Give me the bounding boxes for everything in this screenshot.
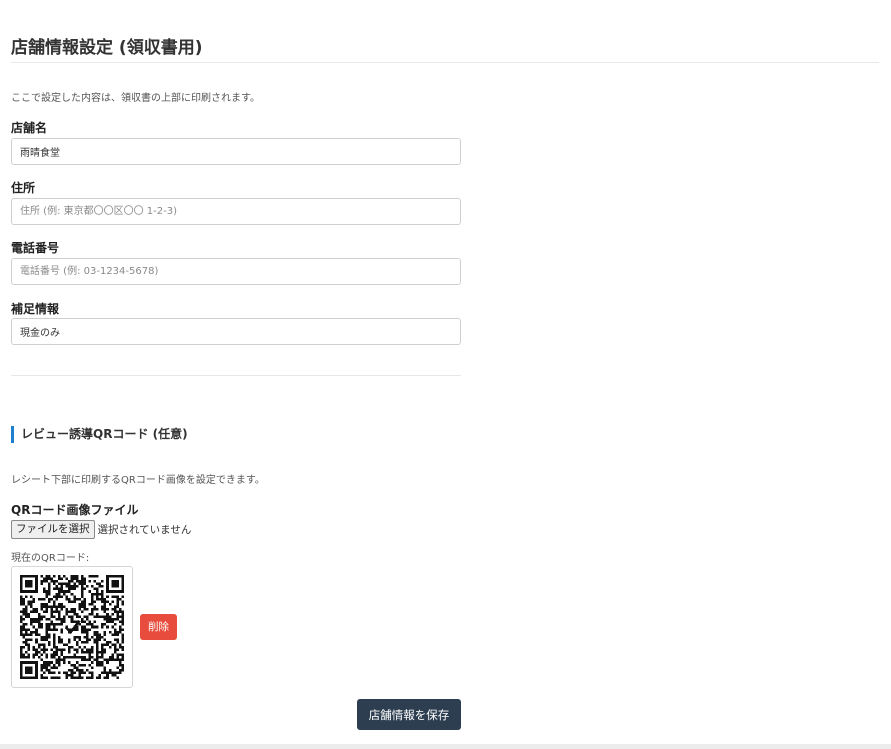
qr-preview-frame — [11, 566, 133, 688]
notes-input[interactable] — [11, 318, 461, 345]
file-status: 選択されていません — [97, 524, 192, 536]
page-title: 店舗情報設定 (領収書用) — [11, 38, 203, 58]
address-input[interactable] — [11, 198, 461, 225]
page-footer-strip — [0, 744, 891, 749]
title-divider — [11, 62, 879, 63]
address-label: 住所 — [11, 181, 36, 195]
phone-label: 電話番号 — [11, 241, 60, 255]
phone-input[interactable] — [11, 258, 461, 285]
qr-code-image — [20, 575, 124, 679]
qr-file-label: QRコード画像ファイル — [11, 503, 139, 517]
current-qr-label: 現在のQRコード: — [11, 553, 90, 564]
store-name-label: 店舗名 — [11, 121, 48, 135]
file-picker: ファイルを選択 選択されていません — [11, 520, 191, 539]
store-name-input[interactable] — [11, 138, 461, 165]
save-store-info-button[interactable]: 店舗情報を保存 — [357, 699, 461, 730]
choose-file-button[interactable]: ファイルを選択 — [11, 520, 95, 539]
notes-label: 補足情報 — [11, 302, 60, 316]
qr-section-description: レシート下部に印刷するQRコード画像を設定できます。 — [11, 475, 265, 486]
qr-section-heading: レビュー誘導QRコード (任意) — [11, 426, 188, 443]
page-description: ここで設定した内容は、領収書の上部に印刷されます。 — [11, 93, 260, 104]
section-divider — [11, 375, 461, 376]
delete-qr-button[interactable]: 削除 — [140, 614, 177, 640]
